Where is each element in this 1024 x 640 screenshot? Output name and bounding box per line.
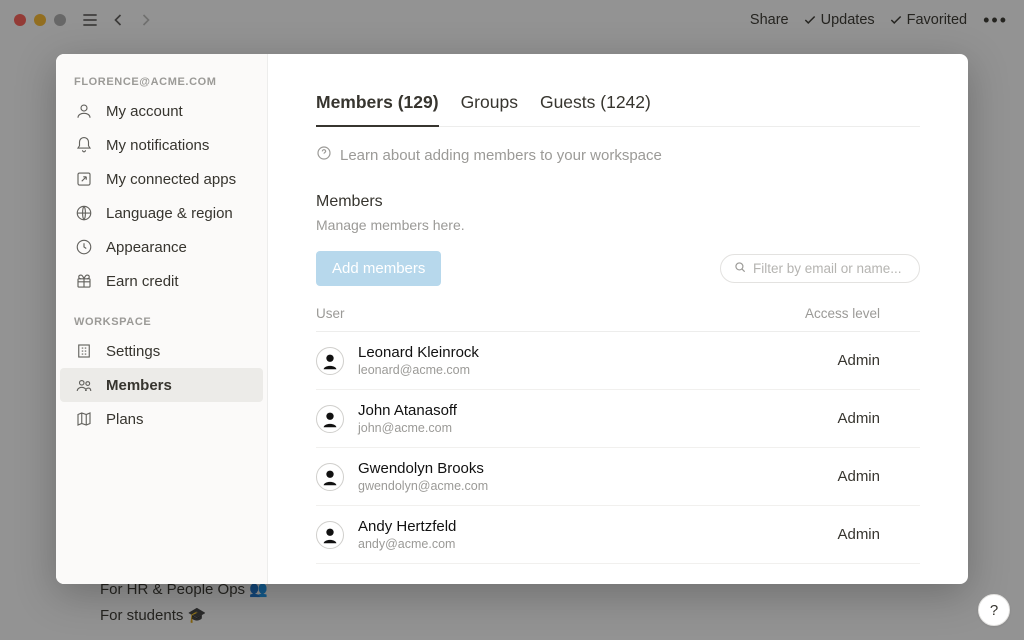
add-members-button[interactable]: Add members — [316, 251, 441, 286]
member-access-level[interactable]: Admin — [800, 410, 920, 427]
filter-input[interactable] — [753, 261, 907, 276]
avatar-icon — [316, 347, 344, 375]
tab-members[interactable]: Members (129) — [316, 84, 439, 127]
member-access-level[interactable]: Admin — [800, 352, 920, 369]
section-title: Members — [316, 193, 920, 211]
settings-content: Members (129) Groups Guests (1242) Learn… — [268, 54, 968, 584]
member-name: John Atanasoff — [358, 402, 457, 419]
building-icon — [74, 341, 94, 361]
sidebar-item-label: Plans — [106, 411, 144, 428]
filter-field[interactable] — [720, 254, 920, 283]
sidebar-item-label: Members — [106, 377, 172, 394]
member-name: Andy Hertzfeld — [358, 518, 456, 535]
sidebar-item-settings[interactable]: Settings — [60, 334, 263, 368]
avatar-icon — [316, 405, 344, 433]
avatar-icon — [316, 521, 344, 549]
member-email: john@acme.com — [358, 421, 457, 435]
learn-more-text: Learn about adding members to your works… — [340, 147, 662, 164]
map-icon — [74, 409, 94, 429]
settings-modal: FLORENCE@ACME.COM My account My notifica… — [56, 54, 968, 584]
sidebar-workspace-header: WORKSPACE — [60, 312, 263, 334]
tab-groups[interactable]: Groups — [461, 84, 518, 126]
tab-bar: Members (129) Groups Guests (1242) — [316, 84, 920, 127]
table-row[interactable]: Andy Hertzfeld andy@acme.com Admin — [316, 506, 920, 564]
people-icon — [74, 375, 94, 395]
avatar-icon — [74, 101, 94, 121]
section-subtitle: Manage members here. — [316, 217, 920, 233]
sidebar-item-label: Earn credit — [106, 273, 179, 290]
bell-icon — [74, 135, 94, 155]
member-access-level[interactable]: Admin — [800, 526, 920, 543]
sidebar-item-connected-apps[interactable]: My connected apps — [60, 162, 263, 196]
sidebar-item-my-account[interactable]: My account — [60, 94, 263, 128]
member-email: leonard@acme.com — [358, 363, 479, 377]
table-row[interactable]: Leonard Kleinrock leonard@acme.com Admin — [316, 332, 920, 390]
sidebar-item-label: Settings — [106, 343, 160, 360]
column-header-access: Access level — [800, 306, 920, 321]
sidebar-item-label: My account — [106, 103, 183, 120]
sidebar-item-plans[interactable]: Plans — [60, 402, 263, 436]
globe-icon — [74, 203, 94, 223]
settings-sidebar: FLORENCE@ACME.COM My account My notifica… — [56, 54, 268, 584]
help-button[interactable]: ? — [978, 594, 1010, 626]
members-table-header: User Access level — [316, 300, 920, 332]
sidebar-account-header: FLORENCE@ACME.COM — [60, 72, 263, 94]
table-row[interactable]: John Atanasoff john@acme.com Admin — [316, 390, 920, 448]
sidebar-item-language[interactable]: Language & region — [60, 196, 263, 230]
search-icon — [733, 260, 747, 277]
sidebar-item-notifications[interactable]: My notifications — [60, 128, 263, 162]
sidebar-item-members[interactable]: Members — [60, 368, 263, 402]
sidebar-item-label: My connected apps — [106, 171, 236, 188]
avatar-icon — [316, 463, 344, 491]
sidebar-item-label: My notifications — [106, 137, 209, 154]
clock-icon — [74, 237, 94, 257]
member-access-level[interactable]: Admin — [800, 468, 920, 485]
member-name: Leonard Kleinrock — [358, 344, 479, 361]
column-header-user: User — [316, 306, 800, 321]
member-email: gwendolyn@acme.com — [358, 479, 488, 493]
member-name: Gwendolyn Brooks — [358, 460, 488, 477]
sidebar-item-label: Language & region — [106, 205, 233, 222]
sidebar-item-appearance[interactable]: Appearance — [60, 230, 263, 264]
member-email: andy@acme.com — [358, 537, 456, 551]
sidebar-item-label: Appearance — [106, 239, 187, 256]
sidebar-item-earn-credit[interactable]: Earn credit — [60, 264, 263, 298]
arrow-out-icon — [74, 169, 94, 189]
gift-icon — [74, 271, 94, 291]
table-row[interactable]: Gwendolyn Brooks gwendolyn@acme.com Admi… — [316, 448, 920, 506]
help-circle-icon — [316, 145, 332, 165]
tab-guests[interactable]: Guests (1242) — [540, 84, 651, 126]
learn-more-link[interactable]: Learn about adding members to your works… — [316, 145, 920, 165]
